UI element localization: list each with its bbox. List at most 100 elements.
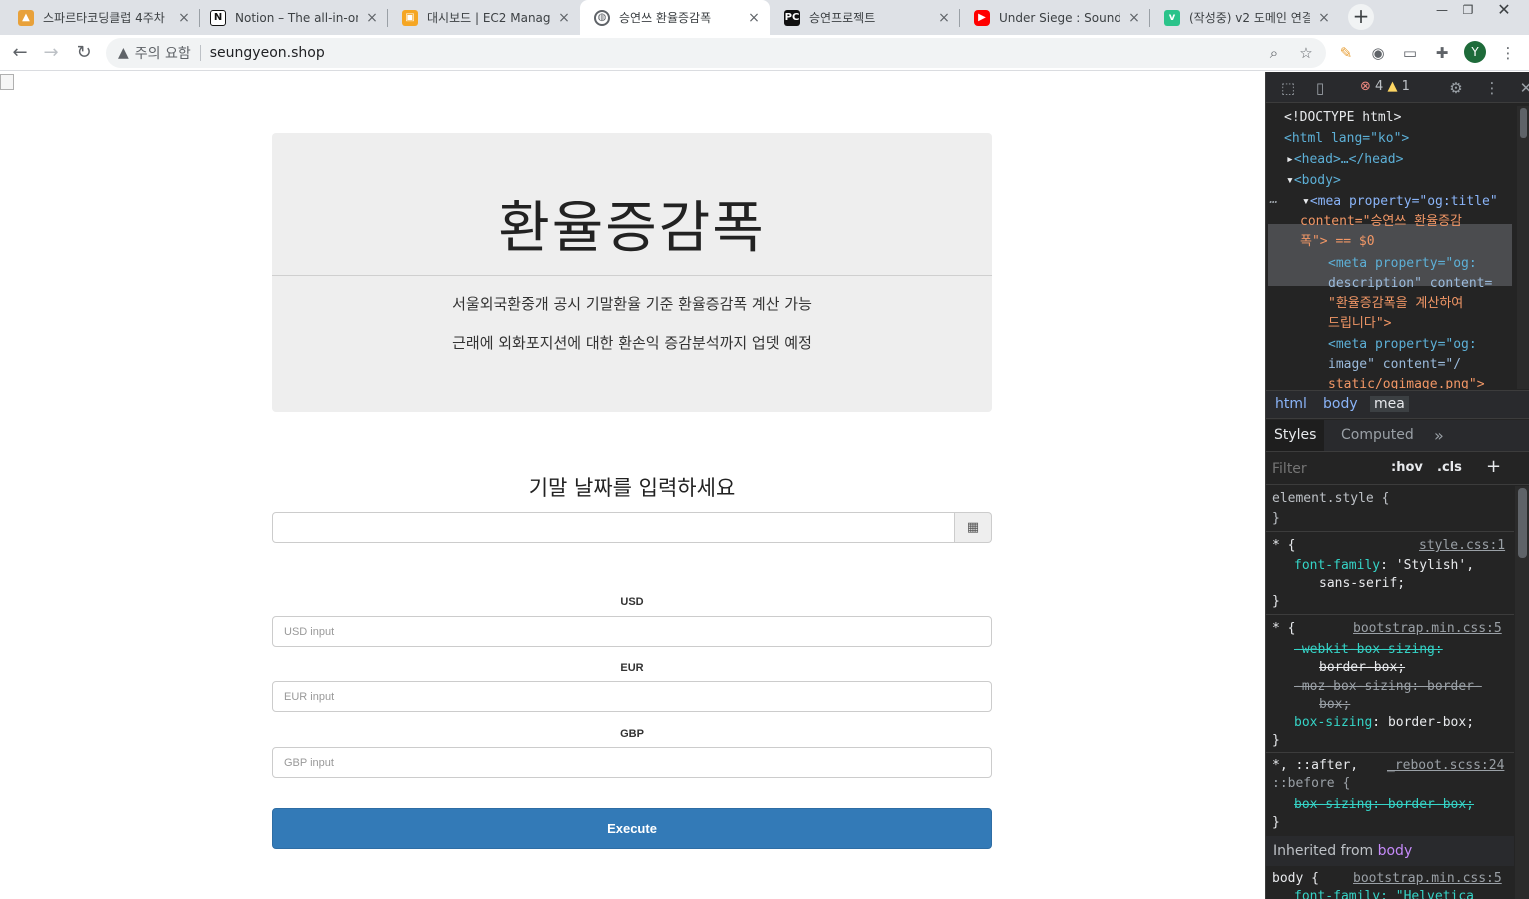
calendar-button[interactable]: ▦: [955, 512, 992, 543]
meta-title-node-line3[interactable]: 폭"> == $0: [1300, 232, 1375, 252]
inherited-element-link[interactable]: body: [1378, 843, 1413, 859]
execute-button[interactable]: Execute: [272, 808, 992, 849]
tab-close-icon[interactable]: ×: [1126, 10, 1142, 26]
url-text[interactable]: seungyeon.shop: [210, 45, 325, 61]
tab-close-icon[interactable]: ×: [936, 10, 952, 26]
rule3-selector[interactable]: *, ::after,: [1272, 757, 1358, 775]
styles-scrollbar[interactable]: [1515, 486, 1529, 899]
rule4-declaration[interactable]: font-family: "Helvetica: [1294, 888, 1474, 899]
extension-box-icon[interactable]: ▭: [1398, 41, 1422, 65]
profile-avatar[interactable]: Y: [1464, 41, 1486, 63]
forward-icon[interactable]: →: [38, 40, 64, 66]
rule3-selector-cont[interactable]: ::before {: [1272, 775, 1350, 793]
extension-circle-icon[interactable]: ◉: [1366, 41, 1390, 65]
collapse-arrow-icon[interactable]: ▾: [1286, 173, 1294, 188]
bookmark-star-icon[interactable]: ☆: [1294, 41, 1318, 65]
rule3-declaration[interactable]: box-sizing: border-box;: [1294, 796, 1474, 814]
meta-description-line4[interactable]: 드립니다">: [1328, 314, 1392, 334]
meta-title-node-line1[interactable]: ▾<mea property="og:title": [1302, 192, 1498, 212]
cls-toggle[interactable]: .cls: [1437, 460, 1462, 475]
eur-label: EUR: [620, 662, 644, 674]
rule2-moz-val[interactable]: box;: [1319, 696, 1350, 714]
devtools-menu-icon[interactable]: ⋮: [1482, 78, 1502, 98]
usd-input[interactable]: [272, 616, 992, 647]
inspect-element-icon[interactable]: ⬚: [1278, 78, 1298, 98]
error-count[interactable]: 4: [1375, 79, 1383, 94]
eur-input[interactable]: [272, 681, 992, 712]
meta-title-node-line2[interactable]: content="승연쓰 환율증감: [1300, 212, 1462, 232]
head-node[interactable]: ▸<head>…</head>: [1286, 150, 1403, 170]
tab-title: Under Siege : Soundtra: [999, 10, 1120, 25]
rule3-source-link[interactable]: _reboot.scss:24: [1387, 757, 1504, 775]
devtools-close-icon[interactable]: ✕: [1516, 78, 1529, 98]
hov-toggle[interactable]: :hov: [1391, 460, 1423, 475]
rule2-selector[interactable]: * {: [1272, 620, 1295, 638]
tab-project[interactable]: PC 승연프로젝트 ×: [770, 0, 960, 35]
back-icon[interactable]: ←: [7, 40, 33, 66]
rule2-moz-prop[interactable]: -moz-box-sizing: border-: [1294, 678, 1482, 696]
warning-count[interactable]: 1: [1402, 79, 1410, 94]
tab-ec2[interactable]: ▣ 대시보드 | EC2 Manage ×: [388, 0, 580, 35]
rule4-source-link[interactable]: bootstrap.min.css:5: [1353, 870, 1502, 888]
tab-velog[interactable]: v (작성중) v2 도메인 연결 ×: [1150, 0, 1340, 35]
rule2-boxsizing[interactable]: box-sizing: border-box;: [1294, 714, 1474, 732]
breadcrumb-html[interactable]: html: [1275, 396, 1307, 412]
expand-arrow-icon[interactable]: ▸: [1286, 152, 1294, 167]
tab-close-icon[interactable]: ×: [364, 10, 380, 26]
rule2-source-link[interactable]: bootstrap.min.css:5: [1353, 620, 1502, 638]
html-node[interactable]: <html lang="ko">: [1284, 129, 1409, 149]
rule1-selector[interactable]: * {: [1272, 537, 1295, 555]
elements-scrollbar[interactable]: [1517, 106, 1529, 389]
rule1-source-link[interactable]: style.css:1: [1419, 537, 1505, 555]
tab-exchange-rate[interactable]: ◍ 승연쓰 환율증감폭 ×: [580, 0, 770, 35]
rule2-webkit-val[interactable]: border-box;: [1319, 659, 1405, 677]
gbp-input[interactable]: [272, 747, 992, 778]
reload-icon[interactable]: ↻: [71, 40, 97, 66]
meta-description-line3[interactable]: "환율증감폭을 계산하여: [1328, 294, 1463, 314]
body-node[interactable]: ▾<body>: [1286, 171, 1341, 191]
tab-close-icon[interactable]: ×: [1316, 10, 1332, 26]
puzzle-extensions-icon[interactable]: ✚: [1430, 41, 1454, 65]
meta-description-line2[interactable]: description" content=: [1328, 274, 1492, 294]
styles-filter-input[interactable]: [1272, 459, 1382, 479]
tab-close-icon[interactable]: ×: [746, 10, 762, 26]
tab-close-icon[interactable]: ×: [556, 10, 572, 26]
meta-image-line1[interactable]: <meta property="og:: [1328, 335, 1477, 355]
tab-title: 대시보드 | EC2 Manage: [427, 11, 550, 25]
meta-description-line1[interactable]: <meta property="og:: [1328, 254, 1477, 274]
breadcrumb-body[interactable]: body: [1323, 396, 1358, 412]
date-prompt: 기말 날짜를 입력하세요: [528, 476, 736, 500]
restore-icon[interactable]: ❐: [1452, 0, 1484, 24]
element-style-selector[interactable]: element.style {: [1272, 490, 1389, 508]
window-close-icon[interactable]: ✕: [1488, 0, 1520, 24]
more-tabs-icon[interactable]: »: [1426, 420, 1452, 451]
meta-image-line2[interactable]: image" content="/: [1328, 355, 1461, 375]
browser-menu-icon[interactable]: ⋮: [1496, 41, 1520, 65]
rule-close: }: [1272, 815, 1280, 830]
tab-computed[interactable]: Computed: [1333, 420, 1422, 451]
settings-gear-icon[interactable]: ⚙: [1446, 78, 1466, 98]
browser-toolbar: ← → ↻ ▲ 주의 요함 seungyeon.shop ⌕ ☆ ✎ ◉ ▭ ✚…: [0, 35, 1529, 71]
date-input[interactable]: [272, 512, 955, 543]
meta-image-line3[interactable]: static/ogimage.png">: [1328, 375, 1485, 389]
tab-notion[interactable]: N Notion – The all-in-one ×: [196, 0, 388, 35]
breadcrumb-meta[interactable]: mea: [1370, 396, 1409, 412]
tab-styles[interactable]: Styles: [1266, 420, 1325, 451]
rule1-declaration[interactable]: font-family: 'Stylish',: [1294, 557, 1474, 575]
ellipsis-icon[interactable]: …: [1270, 190, 1278, 210]
security-status[interactable]: 주의 요함: [135, 43, 191, 63]
tab-youtube[interactable]: ▶ Under Siege : Soundtra ×: [960, 0, 1150, 35]
tab-sparta[interactable]: ▲ 스파르타코딩클럽 4주차 ×: [4, 0, 200, 35]
address-bar[interactable]: ▲ 주의 요함 seungyeon.shop: [106, 38, 1326, 68]
zoom-icon[interactable]: ⌕: [1262, 41, 1286, 65]
pencil-extension-icon[interactable]: ✎: [1334, 41, 1358, 65]
rule2-webkit-prop[interactable]: -webkit-box-sizing:: [1294, 641, 1443, 659]
doctype-node[interactable]: <!DOCTYPE html>: [1284, 108, 1401, 128]
new-tab-button[interactable]: +: [1348, 4, 1374, 30]
tab-close-icon[interactable]: ×: [176, 10, 192, 26]
add-rule-button[interactable]: +: [1486, 456, 1501, 477]
aws-box-favicon-icon: ▣: [402, 9, 418, 26]
device-toggle-icon[interactable]: ▯: [1310, 78, 1330, 98]
rule4-selector[interactable]: body {: [1272, 870, 1319, 888]
rule1-value-cont[interactable]: sans-serif;: [1319, 575, 1405, 593]
